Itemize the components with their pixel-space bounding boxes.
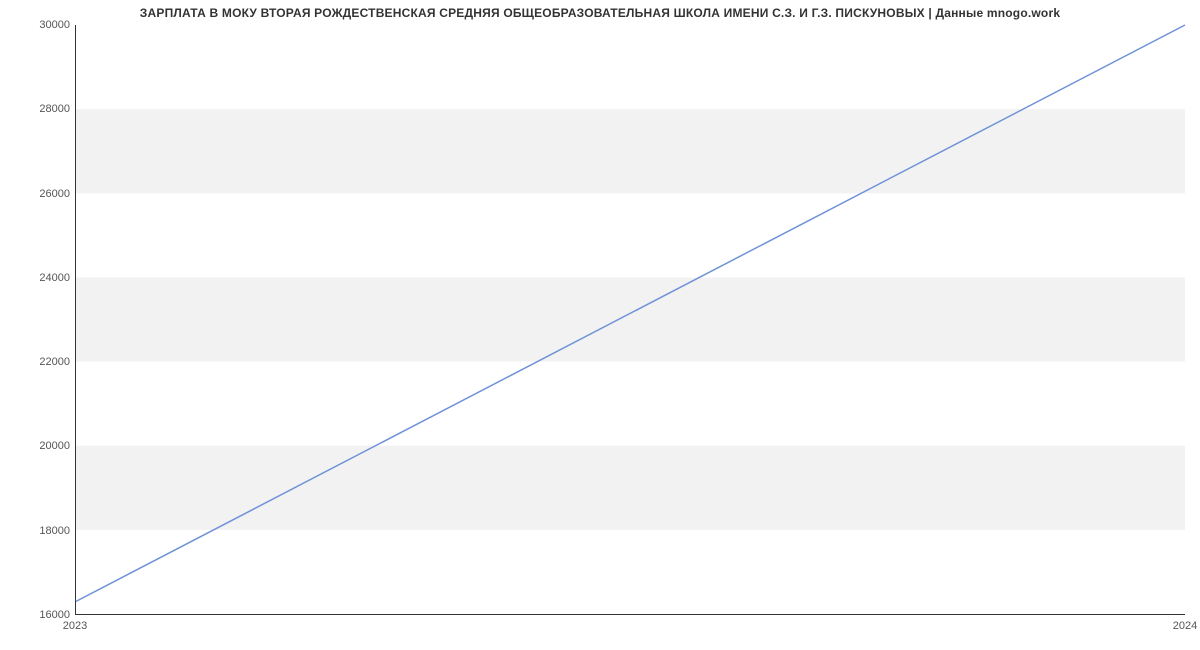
chart-title: ЗАРПЛАТА В МОКУ ВТОРАЯ РОЖДЕСТВЕНСКАЯ СР… bbox=[0, 6, 1200, 20]
y-tick-label: 22000 bbox=[15, 356, 70, 368]
x-tick-label: 2023 bbox=[63, 620, 87, 632]
y-tick-label: 28000 bbox=[15, 103, 70, 115]
plot-area bbox=[75, 25, 1185, 615]
chart-svg bbox=[76, 25, 1185, 614]
y-tick-label: 30000 bbox=[15, 19, 70, 31]
grid-band bbox=[76, 446, 1185, 530]
y-tick-label: 26000 bbox=[15, 188, 70, 200]
y-tick-label: 20000 bbox=[15, 440, 70, 452]
y-tick-label: 16000 bbox=[15, 609, 70, 621]
grid-band bbox=[76, 109, 1185, 193]
grid-band bbox=[76, 277, 1185, 361]
y-tick-label: 24000 bbox=[15, 272, 70, 284]
x-tick-label: 2024 bbox=[1173, 620, 1197, 632]
y-tick-label: 18000 bbox=[15, 525, 70, 537]
